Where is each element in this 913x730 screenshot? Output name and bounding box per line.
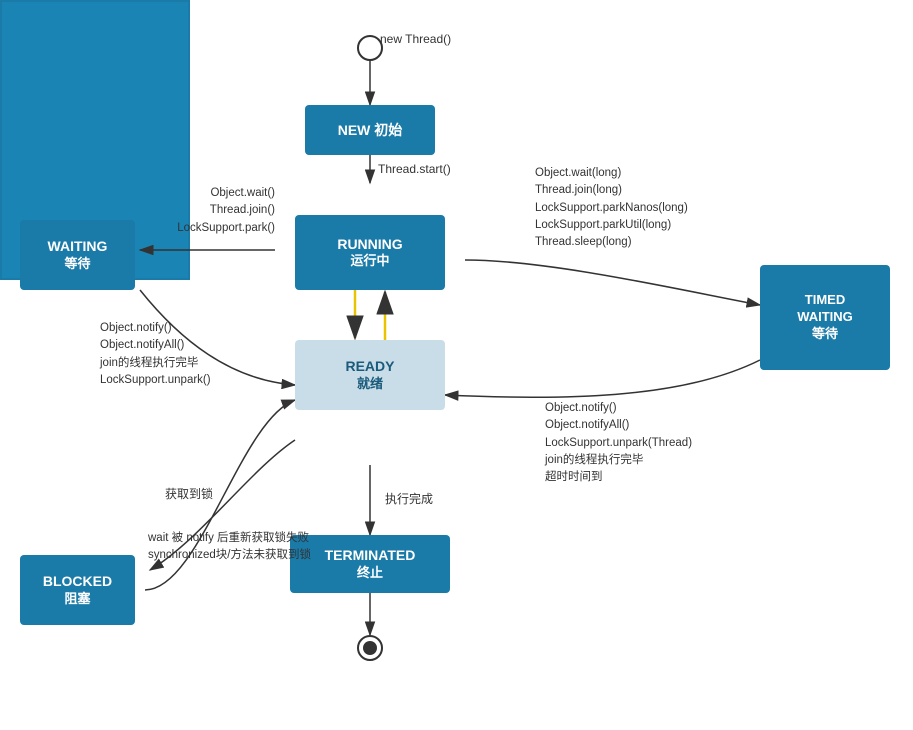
state-new-label: NEW 初始 — [338, 121, 403, 139]
state-timed-waiting-en: TIMEDWAITING — [797, 292, 853, 326]
state-waiting-en: WAITING — [48, 237, 108, 255]
label-thread-start: Thread.start() — [378, 160, 451, 178]
state-blocked-en: BLOCKED — [43, 572, 112, 590]
label-blocked-reasons: wait 被 notify 后重新获取锁失败synchronized块/方法未获… — [148, 530, 348, 565]
state-blocked: BLOCKED 阻塞 — [20, 555, 135, 625]
label-exec-complete: 执行完成 — [385, 490, 433, 508]
state-running-zh: 运行中 — [350, 253, 389, 270]
state-running-en: RUNNING — [337, 235, 402, 253]
state-waiting: WAITING 等待 — [20, 220, 135, 290]
label-new-thread: new Thread() — [380, 30, 451, 48]
state-timed-waiting: TIMEDWAITING 等待 — [760, 265, 890, 370]
label-to-timed-waiting: Object.wait(long)Thread.join(long)LockSu… — [535, 165, 755, 251]
label-from-timed-waiting: Object.notify()Object.notifyAll()LockSup… — [545, 400, 755, 486]
state-terminated-zh: 终止 — [357, 565, 383, 582]
state-running: RUNNING 运行中 — [295, 215, 445, 290]
state-runnable-en: RUNNABLE — [0, 8, 913, 25]
state-timed-waiting-zh: 等待 — [812, 326, 838, 343]
state-ready: READY 就绪 — [295, 340, 445, 410]
state-new: NEW 初始 — [305, 105, 435, 155]
state-ready-zh: 就绪 — [357, 376, 383, 393]
state-runnable-zh: 运行 — [0, 28, 913, 47]
state-blocked-zh: 阻塞 — [64, 591, 90, 608]
label-from-waiting: Object.notify()Object.notifyAll()join的线程… — [100, 320, 270, 389]
label-to-waiting: Object.wait()Thread.join()LockSupport.pa… — [145, 185, 275, 237]
state-waiting-zh: 等待 — [64, 256, 90, 273]
state-ready-en: READY — [345, 357, 394, 375]
label-get-lock: 获取到锁 — [165, 485, 213, 503]
diagram-container: NEW 初始 WAITING 等待 TIMEDWAITING 等待 RUNNAB… — [0, 0, 913, 730]
